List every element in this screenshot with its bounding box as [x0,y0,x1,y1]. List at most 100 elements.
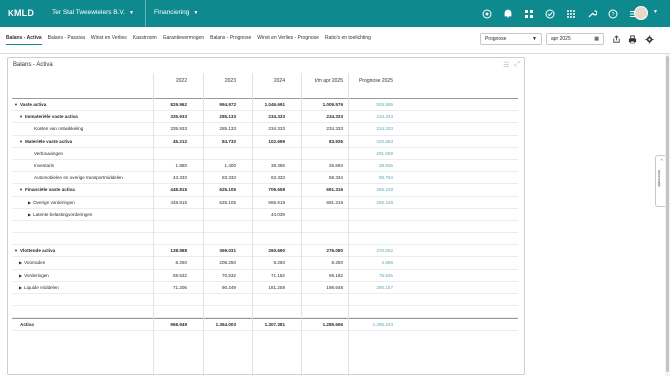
column-header[interactable]: Prognose 2025 [353,78,393,84]
forecast-cell: 234.333 [376,126,393,132]
table-row: Verbouwingen 291.069 [12,148,518,160]
expand-caret-icon[interactable]: ▶ [19,260,22,265]
chevron-left-icon: ‹ [658,159,664,161]
collapse-caret-icon[interactable]: ▼ [14,102,18,107]
table-row[interactable]: ▶ Liquide middelen 71.206 90.249 181.258 198.… [12,282,518,294]
value-cell: 285.133 [219,114,236,120]
information-side-tab[interactable]: ‹ Informatie [655,155,665,207]
company-selector[interactable]: Ter Stal Tweewielers B.V. ▼ [52,9,134,16]
row-label-text: Materiële vaste activa [24,138,73,144]
collapse-caret-icon[interactable]: ▼ [19,114,23,119]
row-label-text: Automobielen en overige transportmiddele… [34,175,123,181]
row-label: ▶ Overige vorderingen [28,200,75,205]
row-label-text: Financiële vaste activa [24,187,75,193]
forecast-cell: 4.896 [381,260,394,266]
expand-caret-icon[interactable]: ▶ [28,200,31,205]
avatar[interactable] [634,6,648,20]
table-row[interactable]: ▼ Vlottende activa 138.988 369.031 260.690 27… [12,245,518,258]
value-cell: 1.046.691 [264,102,285,107]
row-label: Kosten van ontwikkeling [34,126,83,131]
value-cell: 369.031 [219,248,236,254]
table-row[interactable]: ▼ Immateriële vaste activa 335.933 285.133 2… [12,111,518,124]
value-cell: 69.182 [328,272,343,278]
row-label-text: Liquide middelen [24,284,59,290]
page-scrollbar[interactable] [665,54,670,376]
collapse-caret-icon[interactable]: ▼ [19,187,23,192]
gear-icon[interactable] [644,34,654,44]
value-cell: 8.250 [273,260,286,266]
scenario-select[interactable]: Prognose ▼ [480,33,542,45]
tab-kasstroom[interactable]: Kasstroom [133,35,157,45]
value-cell: 39.366 [270,162,285,168]
value-cell: 208.250 [219,260,236,266]
table-header: 2022 2023 2024 t/m apr 2025 Prognose 2025 [12,73,518,99]
row-label: Automobielen en overige transportmiddele… [34,175,123,180]
spacer-row [12,233,518,246]
tab-balans-passiva[interactable]: Balans - Passiva [48,35,85,45]
forecast-cell: 90.764 [378,175,393,181]
tab-winst-en-verlies-prognose[interactable]: Winst en Verlies - Prognose [257,35,319,45]
table-row[interactable]: ▼ Vaste activa 829.962 994.972 1.046.691 1.00… [12,99,518,112]
app-logo[interactable]: KMLD [8,8,34,18]
table-body: ▼ Vaste activa 829.962 994.972 1.046.691 1.00… [12,99,518,332]
chevron-down-icon[interactable]: ▼ [653,9,658,15]
wrench-icon[interactable] [585,7,598,20]
list-icon[interactable]: ☰ [503,61,509,69]
value-cell: 198.648 [326,284,343,290]
spacer-row [12,294,518,307]
expand-caret-icon[interactable]: ▶ [19,273,22,278]
forecast-cell: 925.595 [376,102,393,107]
top-navigation-bar: KMLD Ter Stal Tweewielers B.V. ▼ Financie… [0,0,670,27]
tab-garantievermogen[interactable]: Garantievermogen [163,35,204,45]
table-row[interactable]: ▶ Overige vorderingen 448.815 625.105 665.61… [12,197,518,209]
row-label: Inventaris [34,163,54,168]
grid-icon[interactable] [522,7,535,20]
column-header[interactable]: 2024 [245,78,285,84]
value-cell: 234.333 [268,126,285,132]
forecast-cell: 291.069 [376,150,393,156]
expand-icon[interactable]: ⤢ [514,61,520,69]
help-icon[interactable]: ? [606,7,619,20]
value-cell: 58.334 [328,175,343,181]
tab-winst-en-verlies[interactable]: Winst en Verlies [91,35,127,45]
tab-balans-activa[interactable]: Balans - Activa [6,35,42,45]
column-header[interactable]: t/m apr 2025 [303,78,343,84]
row-label: Verbouwingen [34,151,63,156]
forecast-cell: 390.157 [376,284,393,290]
expand-caret-icon[interactable]: ▶ [19,285,22,290]
chevron-down-icon: ▼ [193,9,199,16]
module-selector[interactable]: Financiering ▼ [154,9,198,16]
table-row[interactable]: ▼ Financiële vaste activa 448.815 625.105 70… [12,184,518,197]
month-select[interactable]: apr 2025 ▦ [546,33,604,45]
value-cell: 234.333 [326,114,343,120]
table-row[interactable]: ▶ Latente belastingvorderingen 44.039 [12,209,518,221]
row-label-text: Vaste activa [19,102,47,107]
value-cell: 285.133 [219,126,236,132]
value-cell: 84.733 [221,138,236,144]
value-cell: 181.258 [268,284,285,290]
row-label-text: Voorraden [24,260,46,266]
collapse-caret-icon[interactable]: ▼ [19,139,23,144]
tab-balans-prognose[interactable]: Balans - Prognose [210,35,251,45]
row-label-text: Kosten van ontwikkeling [34,126,84,132]
print-icon[interactable] [627,34,637,44]
value-cell: 1.285.656 [322,322,343,328]
expand-caret-icon[interactable]: ▶ [28,212,31,217]
value-cell: 691.316 [326,199,343,205]
apps-icon[interactable] [564,7,577,20]
row-label: ▼ Financiële vaste activa [19,187,75,192]
column-divider [252,73,253,376]
bell-icon[interactable] [501,7,514,20]
collapse-caret-icon[interactable]: ▼ [14,248,18,253]
target-icon[interactable] [480,7,493,20]
row-label: ▶ Voorraden [19,260,45,265]
forecast-cell: 38.846 [378,162,393,168]
tab-ratio-s-en-toelichting[interactable]: Ratio's en toelichting [325,35,371,45]
table-row[interactable]: ▼ Materiële vaste activa 45.213 84.733 102.6… [12,136,518,148]
scrollbar-thumb[interactable] [666,56,669,372]
table-row[interactable]: ▶ Vorderingen 59.532 70.532 71.182 69.182 75.6… [12,270,518,282]
table-row[interactable]: ▶ Voorraden 8.250 208.250 8.250 8.250 4.896 [12,257,518,270]
check-circle-icon[interactable] [543,7,556,20]
export-icon[interactable] [611,34,621,44]
column-header[interactable]: 2023 [196,78,236,84]
